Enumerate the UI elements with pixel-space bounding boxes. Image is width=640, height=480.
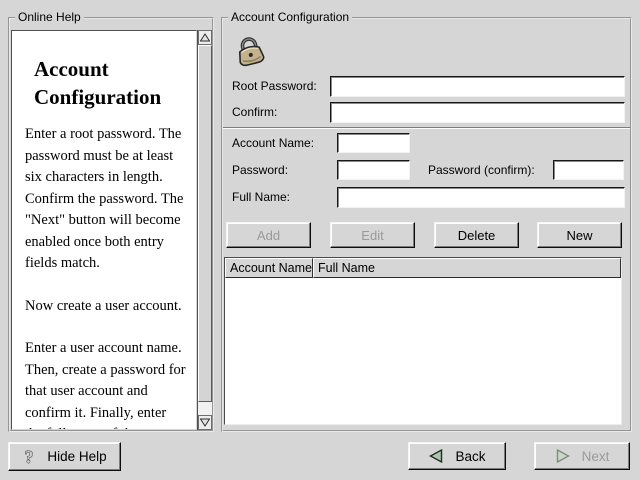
help-paragraph: Enter a user account name. Then, create … (25, 338, 187, 430)
accounts-table: Account Name Full Name (224, 257, 622, 425)
delete-button-label: Delete (458, 228, 496, 243)
next-button[interactable]: Next (534, 442, 630, 470)
confirm-password-input[interactable] (330, 102, 625, 123)
user-password-label: Password: (232, 163, 288, 177)
arrow-up-icon (200, 33, 210, 42)
online-help-frame-label: Online Help (15, 10, 84, 24)
edit-button[interactable]: Edit (330, 222, 415, 248)
add-button-label: Add (257, 228, 280, 243)
help-scrollbar[interactable] (197, 30, 212, 430)
installer-window: { "help": { "frame_label": "Online Help"… (0, 0, 640, 480)
user-password-confirm-input[interactable] (553, 160, 624, 180)
account-name-input[interactable] (337, 133, 410, 153)
arrow-down-icon (200, 418, 210, 427)
back-button[interactable]: Back (408, 442, 506, 470)
column-header-full-name[interactable]: Full Name (313, 258, 621, 278)
add-button[interactable]: Add (226, 222, 311, 248)
online-help-panel: Online Help Account Configuration Enter … (8, 17, 214, 432)
full-name-input[interactable] (337, 187, 625, 208)
help-heading: Account Configuration (34, 55, 186, 111)
padlock-icon (230, 32, 266, 68)
user-password-confirm-label: Password (confirm): (428, 163, 535, 177)
hide-help-label: Hide Help (47, 449, 106, 464)
scrollbar-trough[interactable] (198, 45, 212, 415)
scroll-up-button[interactable] (198, 30, 212, 45)
account-config-frame-label: Account Configuration (228, 10, 352, 24)
column-header-account-name[interactable]: Account Name (225, 258, 313, 278)
delete-button[interactable]: Delete (434, 222, 519, 248)
full-name-label: Full Name: (232, 190, 290, 204)
new-button-label: New (566, 228, 592, 243)
hide-help-button[interactable]: ? Hide Help (8, 442, 121, 471)
help-paragraph: Now create a user account. (25, 296, 187, 318)
next-button-label: Next (582, 449, 610, 464)
back-button-label: Back (455, 449, 485, 464)
confirm-password-label: Confirm: (232, 105, 277, 119)
svg-text:?: ? (25, 447, 34, 467)
root-password-label: Root Password: (232, 79, 317, 93)
user-password-input[interactable] (337, 160, 410, 180)
back-arrow-icon (428, 448, 444, 464)
help-paragraph: Enter a root password. The password must… (25, 124, 187, 275)
edit-button-label: Edit (361, 228, 383, 243)
account-config-panel: Account Configuration Root Password: Con… (221, 17, 632, 432)
scroll-down-button[interactable] (198, 415, 212, 430)
accounts-table-body[interactable] (225, 278, 621, 424)
question-mark-icon: ? (22, 447, 36, 467)
next-arrow-icon (555, 448, 571, 464)
account-name-label: Account Name: (232, 136, 314, 150)
accounts-table-header: Account Name Full Name (225, 258, 621, 278)
separator (223, 127, 630, 129)
root-password-input[interactable] (330, 76, 625, 97)
new-button[interactable]: New (537, 222, 622, 248)
help-text-view: Account Configuration Enter a root passw… (11, 30, 197, 430)
scrollbar-thumb[interactable] (198, 45, 212, 402)
